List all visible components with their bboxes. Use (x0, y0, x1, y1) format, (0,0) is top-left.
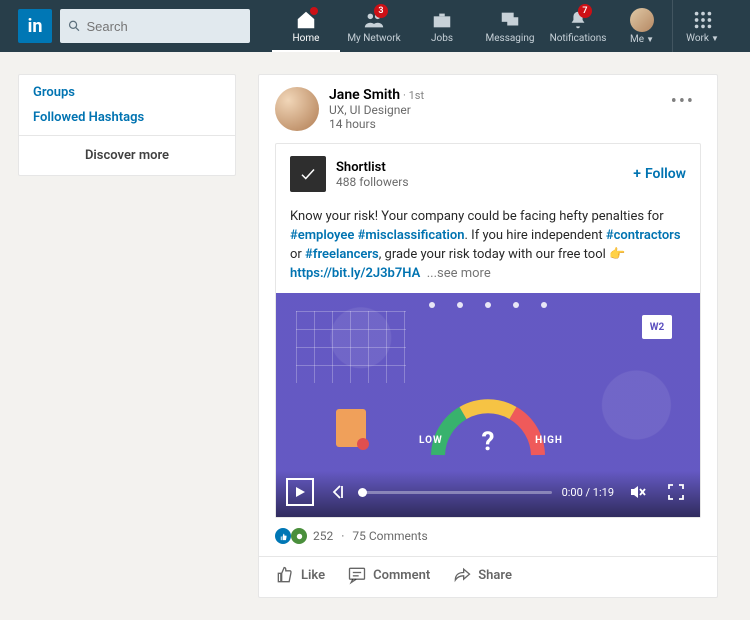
nav-messaging[interactable]: Messaging (476, 0, 544, 52)
author-degree: · 1st (403, 89, 424, 102)
nav-work-label: Work (686, 33, 709, 44)
hashtag-contractors[interactable]: #contractors (606, 228, 681, 243)
grid-icon (692, 9, 714, 31)
follow-button[interactable]: +Follow (633, 166, 686, 182)
video-progress[interactable] (362, 491, 552, 494)
author-headline: UX, UI Designer (329, 103, 655, 117)
nav-network-label: My Network (347, 33, 400, 44)
reactions-bar[interactable]: 252 · 75 Comments (259, 518, 717, 552)
nav-home-label: Home (293, 33, 320, 44)
w2-badge: W2 (642, 315, 672, 339)
video-decoration (429, 302, 547, 308)
comment-icon (347, 565, 367, 585)
fullscreen-button[interactable] (662, 478, 690, 506)
hashtag-misclassification[interactable]: #misclassification (358, 228, 465, 243)
caret-down-icon: ▼ (711, 34, 719, 43)
nav-notifications-badge: 7 (578, 4, 592, 18)
gauge-high-label: HIGH (535, 435, 563, 446)
comment-button[interactable]: Comment (347, 565, 430, 585)
nav-notifications-label: Notifications (550, 33, 607, 44)
caret-down-icon: ▼ (646, 35, 654, 44)
post-age: 14 hours (329, 117, 655, 131)
play-button[interactable] (286, 478, 314, 506)
avatar-icon (630, 8, 654, 32)
nav-me-label: Me (630, 34, 644, 45)
search-input[interactable] (87, 19, 242, 34)
nav-home[interactable]: Home (272, 0, 340, 52)
video-decoration (296, 311, 406, 383)
nav-notifications[interactable]: 7 Notifications (544, 0, 612, 52)
global-nav: in Home 3 My Network Jobs Messaging 7 No… (0, 0, 750, 52)
post-card: Jane Smith · 1st UX, UI Designer 14 hour… (258, 74, 718, 598)
share-button[interactable]: Share (452, 565, 512, 585)
nav-items: Home 3 My Network Jobs Messaging 7 Notif… (272, 0, 732, 52)
post-link[interactable]: https://bit.ly/2J3b7HA (290, 266, 420, 281)
sidebar-hashtags[interactable]: Followed Hashtags (19, 110, 235, 135)
hashtag-employee[interactable]: #employee (290, 228, 354, 243)
like-reaction-icon (275, 528, 291, 544)
restart-button[interactable] (324, 478, 352, 506)
linkedin-logo[interactable]: in (18, 9, 52, 43)
nav-jobs-label: Jobs (431, 33, 453, 44)
nav-home-badge (310, 7, 318, 15)
nav-me[interactable]: Me▼ (612, 0, 672, 52)
gauge-low-label: LOW (419, 435, 443, 446)
author-name[interactable]: Jane Smith (329, 87, 400, 103)
shared-followers: 488 followers (336, 175, 623, 189)
briefcase-icon (431, 9, 453, 31)
shared-card: Shortlist 488 followers +Follow Know you… (275, 143, 701, 518)
hashtag-freelancers[interactable]: #freelancers (305, 247, 379, 262)
nav-network[interactable]: 3 My Network (340, 0, 408, 52)
gauge-graphic: LOW HIGH ? (423, 385, 553, 469)
share-icon (452, 565, 472, 585)
sidebar-groups[interactable]: Groups (19, 75, 235, 110)
nav-messaging-label: Messaging (486, 33, 535, 44)
sidebar-discover[interactable]: Discover more (19, 136, 235, 175)
post-actions: Like Comment Share (259, 556, 717, 597)
celebrate-reaction-icon (291, 528, 307, 544)
video-time: 0:00 / 1:19 (562, 486, 614, 499)
shared-brand-logo[interactable] (290, 156, 326, 192)
clipboard-icon (336, 409, 366, 447)
question-icon: ? (482, 427, 495, 457)
comment-count[interactable]: 75 Comments (352, 529, 427, 543)
post-text: Know your risk! Your company could be fa… (276, 204, 700, 293)
video-player[interactable]: W2 LOW HIGH ? (276, 293, 700, 517)
messaging-icon (499, 9, 521, 31)
search-icon (68, 19, 81, 33)
thumbs-up-icon (275, 565, 295, 585)
reaction-count[interactable]: 252 (313, 529, 333, 543)
search-box[interactable] (60, 9, 250, 43)
plus-icon: + (633, 166, 641, 182)
author-avatar[interactable] (275, 87, 319, 131)
nav-work[interactable]: Work▼ (672, 0, 732, 52)
like-button[interactable]: Like (275, 565, 325, 585)
nav-network-badge: 3 (374, 4, 388, 18)
mute-button[interactable] (624, 478, 652, 506)
video-controls: 0:00 / 1:19 (276, 471, 700, 517)
see-more-button[interactable]: ...see more (427, 266, 491, 281)
post-more-button[interactable]: ••• (665, 87, 701, 116)
sidebar-card: Groups Followed Hashtags Discover more (18, 74, 236, 176)
shared-name[interactable]: Shortlist (336, 160, 623, 175)
nav-jobs[interactable]: Jobs (408, 0, 476, 52)
